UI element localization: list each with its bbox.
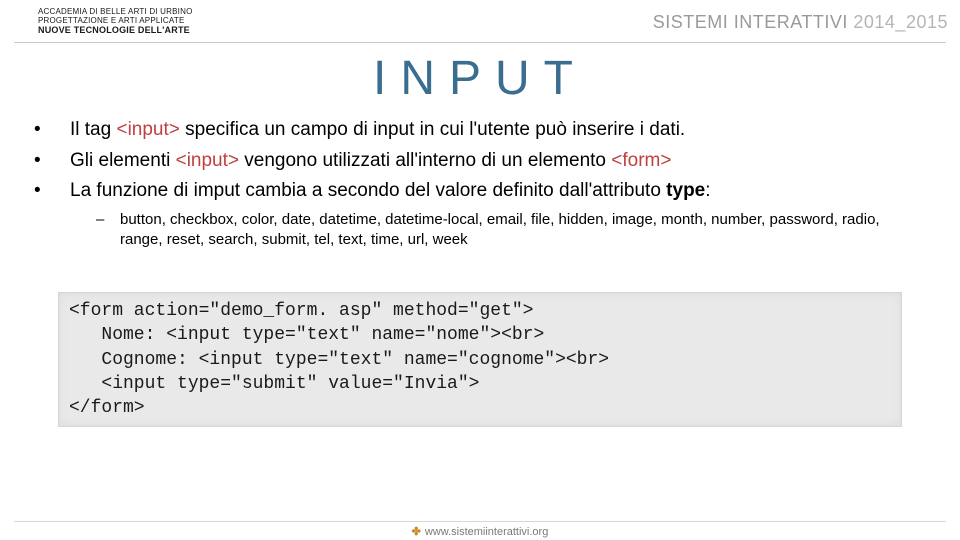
footer-icon: ✤ [412,526,421,538]
header-right: SISTEMI INTERATTIVI 2014_2015 [653,12,948,33]
bullet-list: • Il tag <input> specifica un campo di i… [0,116,960,206]
slide-header: ACCADEMIA DI BELLE ARTI DI URBINO Proget… [0,0,960,40]
slide-footer: ✤ www.sistemiinterattivi.org [14,521,946,538]
sub-bullet-list: – button, checkbox, color, date, datetim… [0,210,960,251]
bold-fragment: type [666,180,705,201]
code-example: <form action="demo_form. asp" method="ge… [58,292,902,427]
course-name: SISTEMI INTERATTIVI [653,12,848,32]
sub-bullet-text: button, checkbox, color, date, datetime,… [120,210,918,251]
bullet-text: Il tag <input> specifica un campo di inp… [70,116,685,145]
tag-fragment: <input> [176,150,239,171]
text-fragment: Gli elementi [70,150,176,171]
text-fragment: : [705,180,710,201]
text-fragment: specifica un campo di input in cui l'ute… [180,119,685,140]
header-left: ACCADEMIA DI BELLE ARTI DI URBINO Proget… [38,8,193,35]
text-fragment: Il tag [70,119,116,140]
tag-fragment: <input> [116,119,179,140]
course-year: 2014_2015 [853,12,948,32]
bullet-icon: • [34,116,70,145]
footer-url: www.sistemiinterattivi.org [425,526,548,538]
bullet-item: • La funzione di imput cambia a secondo … [34,177,938,206]
bullet-icon: • [34,147,70,176]
bullet-icon: • [34,177,70,206]
text-fragment: La funzione di imput cambia a secondo de… [70,180,666,201]
tag-fragment: <form> [611,150,671,171]
bullet-item: • Il tag <input> specifica un campo di i… [34,116,938,145]
header-rule [14,42,946,43]
institution-line3: NUOVE TECNOLOGIE DELL'ARTE [38,26,193,36]
slide-title: INPUT [0,51,960,106]
bullet-text: La funzione di imput cambia a secondo de… [70,177,711,206]
text-fragment: vengono utilizzati all'interno di un ele… [239,150,611,171]
sub-bullet-item: – button, checkbox, color, date, datetim… [96,210,918,251]
bullet-item: • Gli elementi <input> vengono utilizzat… [34,147,938,176]
bullet-text: Gli elementi <input> vengono utilizzati … [70,147,671,176]
dash-icon: – [96,210,120,251]
